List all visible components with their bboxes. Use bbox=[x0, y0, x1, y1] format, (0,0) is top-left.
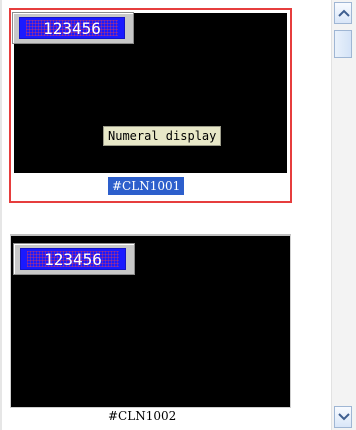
chevron-down-icon bbox=[338, 413, 350, 421]
scroll-up-button[interactable] bbox=[334, 2, 352, 24]
numeral-display-widget[interactable]: 123456 bbox=[13, 243, 135, 275]
vertical-scrollbar[interactable] bbox=[331, 0, 356, 430]
numeral-display-value-box: 123456 bbox=[19, 17, 125, 39]
thumbnail-caption-selected[interactable]: #CLN1001 bbox=[108, 177, 185, 195]
screen-thumbnail-panel: 123456 Numeral display #CLN1001 123456 #… bbox=[0, 0, 356, 430]
numeral-display-widget[interactable]: 123456 bbox=[12, 12, 134, 44]
scroll-down-button[interactable] bbox=[334, 406, 352, 428]
numeral-display-value: 123456 bbox=[44, 249, 102, 269]
tooltip-numeral-display: Numeral display bbox=[103, 126, 222, 146]
thumbnail-caption[interactable]: #CLN1002 bbox=[108, 409, 176, 423]
scrollbar-thumb[interactable] bbox=[334, 30, 352, 58]
numeral-display-value: 123456 bbox=[43, 18, 101, 38]
numeral-display-value-box: 123456 bbox=[20, 248, 126, 270]
panel-edge bbox=[0, 0, 2, 430]
chevron-up-icon bbox=[338, 9, 350, 17]
